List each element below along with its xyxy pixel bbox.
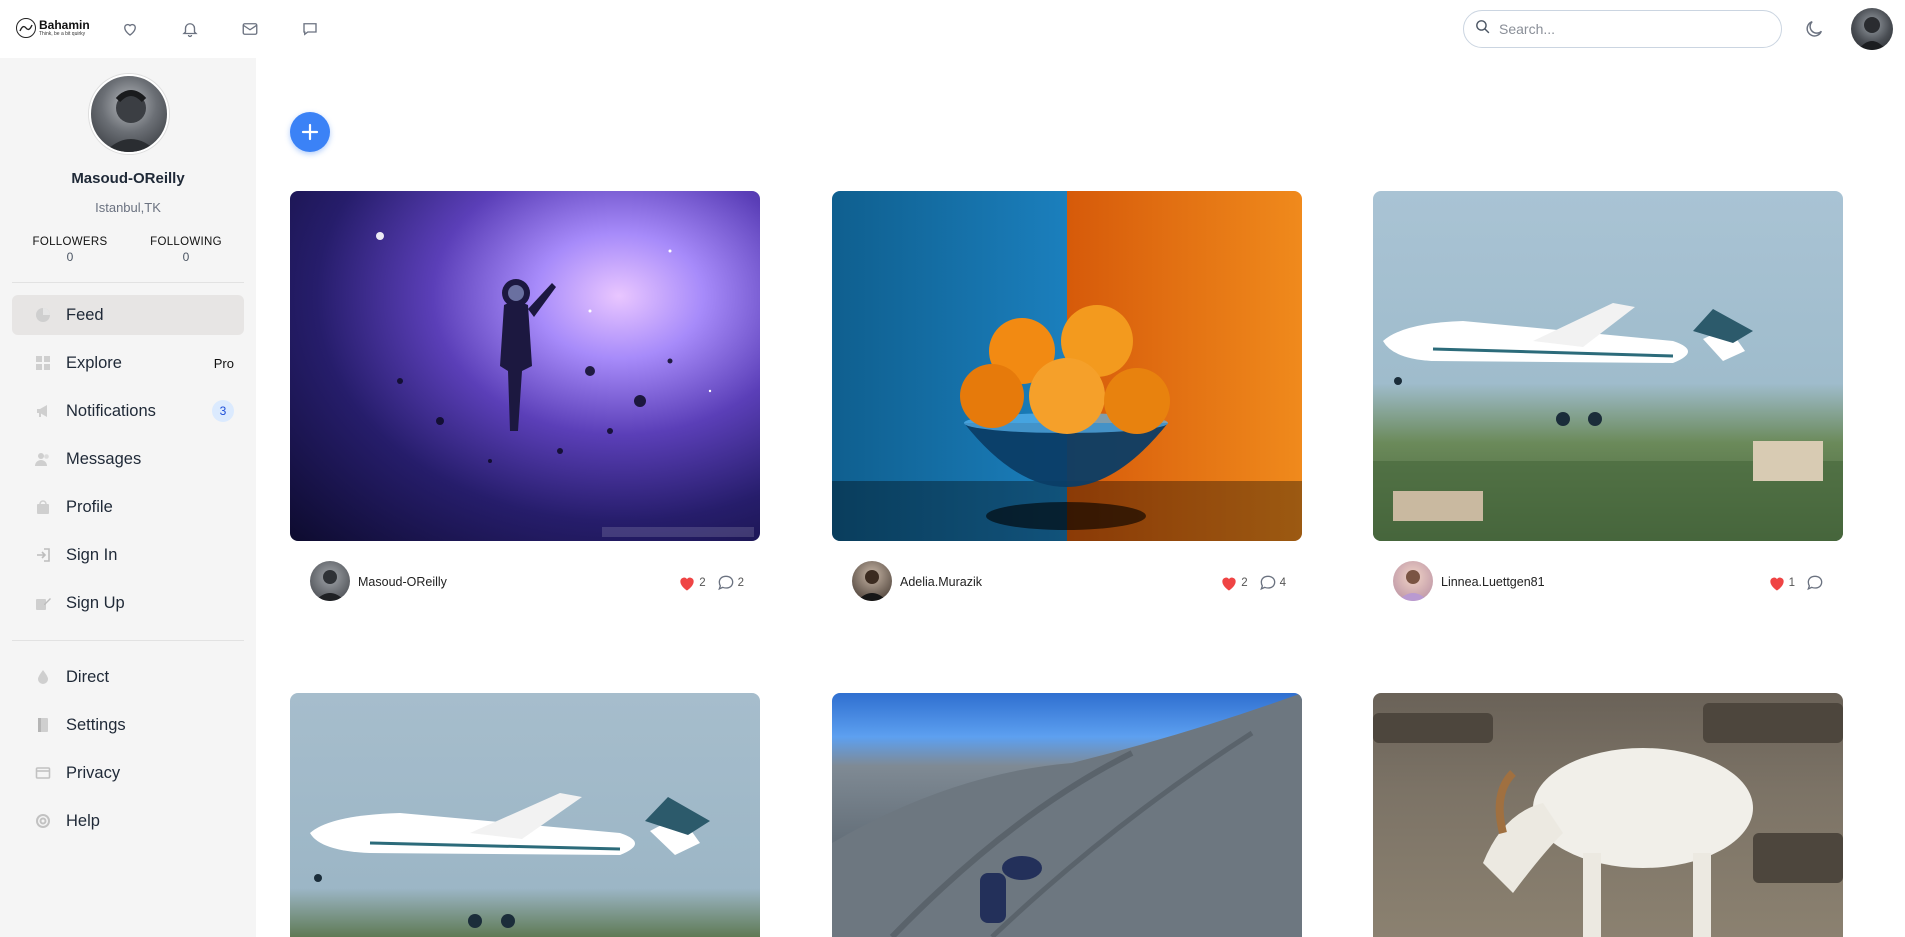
post-card [832,693,1302,937]
comment-icon[interactable] [716,573,736,593]
lifebuoy-icon [34,812,52,830]
post-author-name[interactable]: Linnea.Luettgen81 [1441,575,1545,589]
pro-badge: Pro [213,355,234,371]
profile-name[interactable]: Masoud-OReilly [0,170,256,187]
book-icon [34,716,52,734]
nav-item-explore[interactable]: Explore Pro [12,343,244,383]
nav-item-profile[interactable]: Profile [12,487,244,527]
sign-in-icon [34,546,52,564]
mail-icon[interactable] [240,19,260,39]
chat-icon[interactable] [300,19,320,39]
post-image[interactable] [832,191,1302,541]
moon-icon[interactable] [1803,18,1825,40]
feed-icon [34,306,52,324]
following-label: FOLLOWING [150,236,222,248]
post-reactions: 2 4 [1219,573,1286,593]
post-author-avatar[interactable] [310,561,350,601]
logo-mark-icon [16,18,36,38]
nav-item-sign-up[interactable]: Sign Up [12,583,244,623]
nav-item-help[interactable]: Help [12,801,244,841]
comment-icon[interactable] [1805,573,1825,593]
window-icon [34,764,52,782]
post-card: Masoud-OReilly 2 2 [290,191,760,601]
profile-location: Istanbul,TK [95,200,161,215]
comment-count: 4 [1279,577,1286,589]
nav-label: Notifications [66,401,156,420]
search-box[interactable] [1463,10,1782,48]
heart-icon[interactable] [120,19,140,39]
post-image[interactable] [290,191,760,541]
bag-icon [34,498,52,516]
megaphone-icon [34,402,52,420]
search-input[interactable] [1499,21,1759,37]
post-author-name[interactable]: Masoud-OReilly [358,575,447,589]
search-icon [1474,18,1491,40]
nav-label: Settings [66,715,126,734]
nav-item-direct[interactable]: Direct [12,657,244,697]
nav-label: Help [66,811,100,830]
profile-avatar[interactable] [89,74,169,154]
nav-item-privacy[interactable]: Privacy [12,753,244,793]
nav-label: Privacy [66,763,121,782]
grid-icon [34,354,52,372]
heart-icon[interactable] [1767,573,1787,593]
nav-label: Direct [66,667,110,686]
followers-stat[interactable]: FOLLOWERS 0 [20,236,120,264]
post-author-avatar[interactable] [852,561,892,601]
followers-count: 0 [66,250,74,264]
nav-label: Explore [66,353,122,372]
nav-label: Profile [66,497,113,516]
drop-icon [34,668,52,686]
post-reactions: 1 [1767,573,1827,593]
users-icon [34,450,52,468]
comment-icon[interactable] [1258,573,1278,593]
post-card: Linnea.Luettgen81 1 [1373,191,1843,601]
plus-icon [301,123,319,141]
post-card [1373,693,1843,937]
post-card: Adelia.Murazik 2 4 [832,191,1302,601]
divider [12,282,244,283]
post-image[interactable] [1373,191,1843,541]
followers-label: FOLLOWERS [32,236,108,248]
nav-item-messages[interactable]: Messages [12,439,244,479]
divider [12,640,244,641]
logo-tagline: Think, be a bit quirky [39,31,86,37]
post-image[interactable] [1373,693,1843,937]
post-image[interactable] [832,693,1302,937]
post-image[interactable] [290,693,760,937]
comment-count: 2 [737,577,744,589]
heart-icon[interactable] [1219,573,1239,593]
add-post-button[interactable] [290,112,330,152]
heart-icon[interactable] [677,573,697,593]
sign-up-icon [34,594,52,612]
following-stat[interactable]: FOLLOWING 0 [136,236,236,264]
logo-name: Bahamin [39,18,90,32]
following-count: 0 [182,250,190,264]
like-count: 2 [1241,577,1248,589]
nav-label: Sign Up [66,593,125,612]
nav-item-notifications[interactable]: Notifications 3 [12,391,244,431]
nav-label: Feed [66,305,104,324]
nav-label: Messages [66,449,142,468]
bell-icon[interactable] [180,19,200,39]
sidebar: Masoud-OReilly Istanbul,TK FOLLOWERS 0 F… [0,58,256,937]
post-card [290,693,760,937]
app-logo[interactable]: Bahamin Think, be a bit quirky [16,18,90,38]
nav-item-feed[interactable]: Feed [12,295,244,335]
nav-item-settings[interactable]: Settings [12,705,244,745]
post-author-avatar[interactable] [1393,561,1433,601]
post-author-name[interactable]: Adelia.Murazik [900,575,982,589]
notification-count: 3 [212,400,234,422]
like-count: 2 [699,577,706,589]
nav-item-sign-in[interactable]: Sign In [12,535,244,575]
user-avatar[interactable] [1851,8,1893,50]
like-count: 1 [1788,577,1795,589]
nav-label: Sign In [66,545,118,564]
post-reactions: 2 2 [677,573,744,593]
top-bar: Bahamin Think, be a bit quirky [0,0,1905,58]
